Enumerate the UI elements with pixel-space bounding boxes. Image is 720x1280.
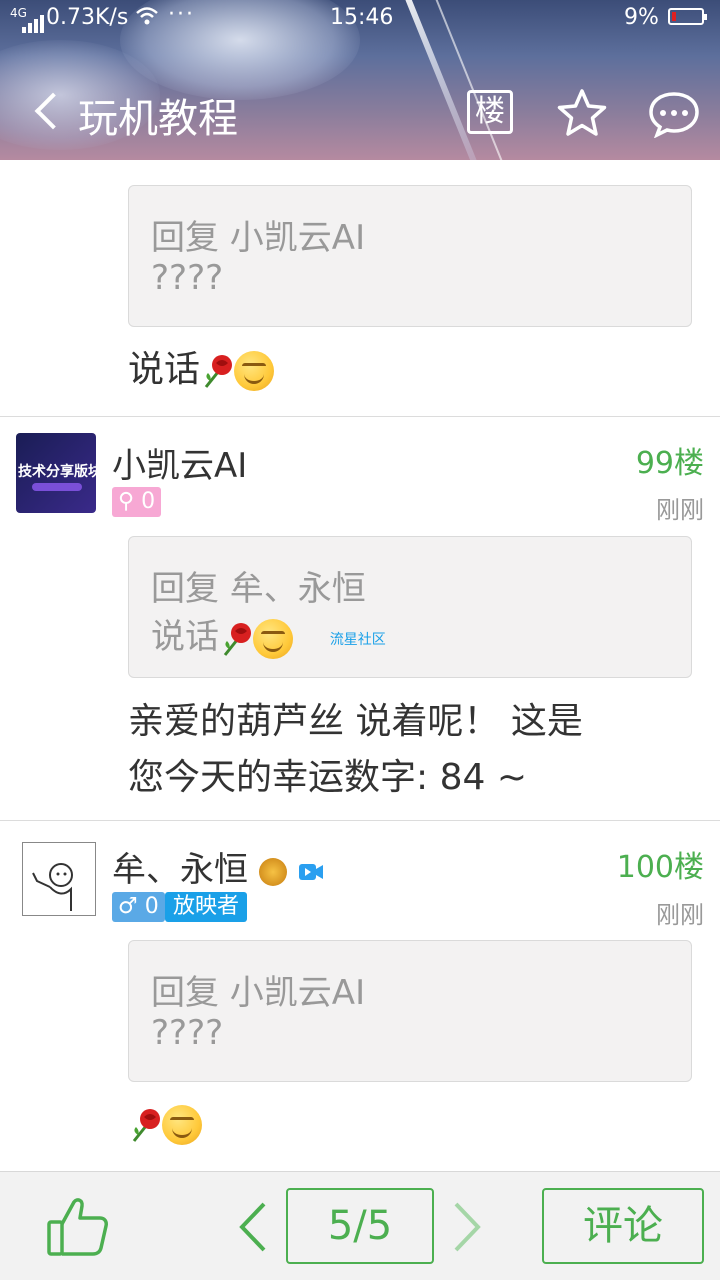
- username-text: 牟、永恒: [112, 850, 248, 890]
- quote-title: 回复 小凯云AI: [151, 973, 366, 1013]
- comment-button[interactable]: 评论: [542, 1188, 704, 1264]
- post-text: 说话: [128, 349, 201, 390]
- rose-emoji-icon: [200, 351, 234, 391]
- avatar-text: 技术分享版块: [18, 464, 96, 480]
- quote-body-row: 说话 流星社区: [151, 609, 386, 659]
- gender-count: 0: [144, 894, 159, 919]
- quote-body: ????: [151, 258, 224, 298]
- battery-icon: [668, 8, 707, 25]
- avatar[interactable]: [22, 842, 96, 916]
- network-speed: 0.73K/s: [46, 5, 129, 30]
- reply-quote: 回复 小凯云AI ????: [128, 185, 692, 327]
- post-content: 亲爱的葫芦丝 说着呢！ 这是 您今天的幸运数字: 84 ~: [128, 694, 583, 806]
- battery-percent: 9%: [624, 5, 659, 30]
- quote-title: 回复 小凯云AI: [151, 218, 366, 258]
- nav-bar: 玩机教程 楼: [0, 70, 720, 156]
- jump-to-floor-button[interactable]: 楼: [467, 90, 513, 134]
- floor-number: 99楼: [635, 446, 704, 481]
- username[interactable]: 小凯云AI: [112, 438, 247, 487]
- post-text-line: 您今天的幸运数字: 84 ~: [128, 757, 527, 798]
- next-page-chevron-icon[interactable]: [450, 1200, 484, 1254]
- post-content: 说话: [128, 342, 275, 398]
- user-title-badge: 放映者: [165, 892, 248, 922]
- floor-number: 100楼: [616, 850, 704, 885]
- wifi-icon: [135, 6, 159, 31]
- signal-icon: [22, 8, 46, 33]
- medal-icon: [258, 857, 287, 886]
- reply-quote: 回复 小凯云AI ????: [128, 940, 692, 1082]
- reply-quote: 回复 牟、永恒 说话 流星社区: [128, 536, 692, 678]
- smile-emoji-icon: [234, 351, 275, 391]
- favorite-star-icon[interactable]: [554, 86, 610, 142]
- female-icon: ⚲: [118, 489, 135, 514]
- status-bar: 4G 0.73K/s ··· 15:46 9%: [0, 0, 720, 38]
- username[interactable]: 牟、永恒: [112, 842, 324, 892]
- quote-title: 回复 牟、永恒: [151, 569, 366, 609]
- clock: 15:46: [330, 5, 394, 30]
- quote-body: 说话: [151, 617, 219, 657]
- prev-page-chevron-icon[interactable]: [236, 1200, 270, 1254]
- post-divider: [0, 416, 720, 417]
- post-time: 刚刚: [656, 496, 704, 524]
- avatar[interactable]: 技术分享版块: [16, 433, 96, 513]
- video-icon: [298, 852, 324, 892]
- page-indicator[interactable]: 5/5: [286, 1188, 434, 1264]
- post-content: [128, 1096, 202, 1152]
- header: 4G 0.73K/s ··· 15:46 9% 玩机教程 楼: [0, 0, 720, 160]
- page-title: 玩机教程: [78, 96, 238, 142]
- smile-emoji-icon: [162, 1105, 202, 1145]
- post-text-line: 亲爱的葫芦丝 说着呢！ 这是: [128, 701, 583, 742]
- rose-emoji-icon: [219, 619, 253, 659]
- comment-bubble-icon[interactable]: [648, 90, 700, 139]
- male-icon: ♂: [118, 894, 138, 919]
- bottom-bar: 5/5 评论: [0, 1171, 720, 1280]
- rose-emoji-icon: [128, 1105, 162, 1145]
- post-time: 刚刚: [656, 901, 704, 929]
- gender-count: 0: [141, 489, 156, 514]
- quote-source[interactable]: 流星社区: [330, 632, 386, 648]
- smile-emoji-icon: [253, 618, 293, 659]
- gender-badge: ♂ 0: [112, 892, 165, 922]
- quote-body: ????: [151, 1013, 224, 1053]
- like-thumb-icon[interactable]: [46, 1196, 110, 1258]
- more-notifications-icon: ···: [168, 2, 195, 27]
- back-button[interactable]: [28, 88, 64, 138]
- gender-badge: ⚲ 0: [112, 487, 162, 517]
- post-divider: [0, 820, 720, 821]
